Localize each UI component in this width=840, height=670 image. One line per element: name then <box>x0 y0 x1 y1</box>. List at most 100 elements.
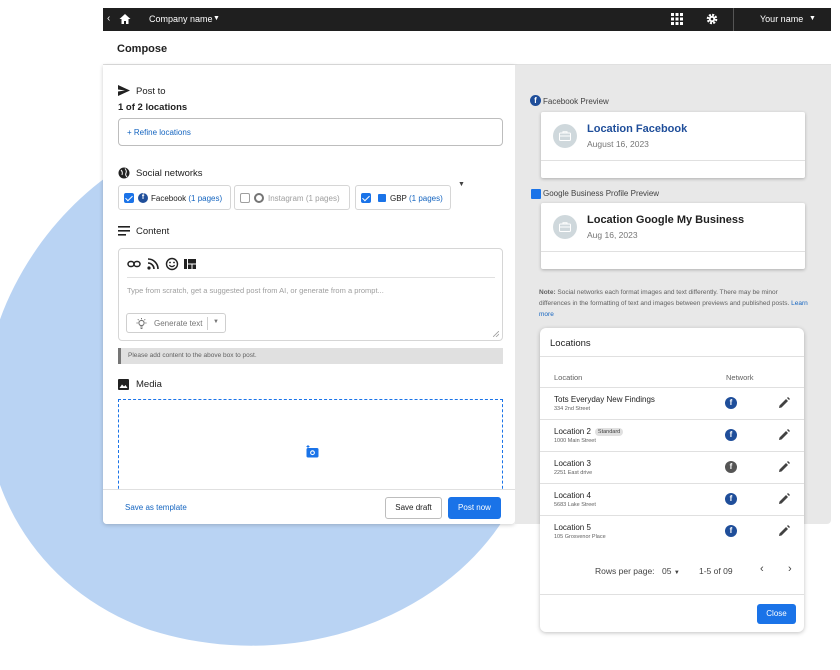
column-header-location: Location <box>554 373 583 382</box>
next-page-icon[interactable]: › <box>788 563 792 575</box>
facebook-network-icon: f <box>725 525 737 537</box>
facebook-icon: f <box>138 193 148 203</box>
gbp-preview-icon <box>531 189 541 199</box>
edit-pencil-icon[interactable] <box>778 525 790 537</box>
template-blocks-icon[interactable] <box>184 258 196 270</box>
home-icon[interactable] <box>118 12 132 26</box>
company-name[interactable]: Company name <box>149 14 213 24</box>
compose-header: Compose <box>103 31 831 65</box>
location-name: Location 2 Standard <box>554 427 624 436</box>
generate-dropdown-icon[interactable]: ▼ <box>213 319 219 325</box>
location-name: Location 5 <box>554 523 591 532</box>
gbp-pages: (1 pages) <box>408 194 443 203</box>
link-icon[interactable] <box>127 257 141 271</box>
media-label: Media <box>136 379 162 390</box>
location-name: Location 4 <box>554 491 591 500</box>
preview-note: Note: Social networks each format images… <box>539 289 808 318</box>
location-name: Location 3 <box>554 459 591 468</box>
table-row: Location 3 2251 East drive f <box>540 451 804 483</box>
gbp-chip[interactable]: GBP (1 pages) <box>355 185 451 210</box>
briefcase-icon <box>559 222 571 232</box>
post-now-button[interactable]: Post now <box>448 497 501 519</box>
back-chevron-icon[interactable]: ‹ <box>107 13 110 24</box>
apps-grid-icon[interactable] <box>671 13 683 25</box>
user-dropdown-icon[interactable]: ▼ <box>809 15 816 22</box>
location-address: 2251 East drive <box>554 470 593 476</box>
status-badge: Standard <box>594 428 624 436</box>
facebook-chip[interactable]: f Facebook (1 pages) <box>118 185 231 210</box>
resize-handle-icon[interactable] <box>493 331 499 337</box>
gbp-location-name: Location Google My Business <box>587 214 745 226</box>
pagination-range: 1-5 of 09 <box>699 566 733 576</box>
gbp-post-date: Aug 16, 2023 <box>587 230 638 240</box>
facebook-network-icon: f <box>725 461 737 473</box>
location-address: 5683 Lake Street <box>554 502 596 508</box>
social-networks-label: Social networks <box>136 168 203 179</box>
generate-text-button[interactable]: Generate text ▼ <box>126 313 226 333</box>
lightbulb-icon <box>136 318 147 329</box>
post-to-label: Post to <box>136 86 166 97</box>
media-dropzone[interactable] <box>118 399 503 499</box>
instagram-chip[interactable]: Instagram (1 pages) <box>234 185 350 210</box>
facebook-post-date: August 16, 2023 <box>587 139 649 149</box>
location-name: Tots Everyday New Findings <box>554 395 655 404</box>
gbp-label: GBP <box>390 194 407 203</box>
save-draft-button[interactable]: Save draft <box>385 497 442 519</box>
previous-page-icon[interactable]: ‹ <box>760 563 764 575</box>
gbp-preview-label: Google Business Profile Preview <box>543 189 660 198</box>
top-bar: ‹ Company name ▼ Your name ▼ <box>103 8 831 31</box>
instagram-icon <box>254 193 264 203</box>
emoji-icon[interactable] <box>165 257 179 271</box>
composer-footer: Save as template Save draft Post now <box>103 489 515 524</box>
toolbar-divider <box>127 277 495 278</box>
rows-per-page-label: Rows per page: <box>595 566 655 576</box>
edit-pencil-icon[interactable] <box>778 461 790 473</box>
facebook-network-icon: f <box>725 397 737 409</box>
edit-pencil-icon[interactable] <box>778 429 790 441</box>
content-notice: Please add content to the above box to p… <box>118 348 503 364</box>
instagram-checkbox[interactable] <box>240 193 250 203</box>
refine-locations-link[interactable]: + Refine locations <box>127 128 191 137</box>
content-label: Content <box>136 226 170 237</box>
facebook-preview-icon: f <box>530 95 541 106</box>
image-icon <box>118 379 129 390</box>
add-photo-icon[interactable] <box>306 445 320 458</box>
facebook-preview-label: Facebook Preview <box>543 97 609 106</box>
topbar-divider <box>733 8 734 31</box>
company-dropdown-icon[interactable]: ▼ <box>213 15 220 22</box>
refine-locations-field[interactable]: + Refine locations <box>118 118 503 146</box>
rss-icon[interactable] <box>147 257 159 271</box>
location-avatar <box>553 215 577 239</box>
networks-dropdown-icon[interactable]: ▼ <box>458 181 465 188</box>
table-row: Location 4 5683 Lake Street f <box>540 483 804 515</box>
save-as-template-link[interactable]: Save as template <box>125 503 187 512</box>
edit-pencil-icon[interactable] <box>778 397 790 409</box>
facebook-network-icon: f <box>725 429 737 441</box>
location-address: 334 2nd Street <box>554 406 591 412</box>
rows-dropdown-icon[interactable]: ▼ <box>674 570 680 576</box>
instagram-label: Instagram <box>268 194 304 203</box>
dialog-title: Locations <box>550 338 591 349</box>
gbp-checkbox[interactable] <box>361 193 371 203</box>
location-address: 1000 Main Street <box>554 438 596 444</box>
facebook-checkbox[interactable] <box>124 193 134 203</box>
edit-pencil-icon[interactable] <box>778 493 790 505</box>
gbp-icon <box>378 194 386 202</box>
briefcase-icon <box>559 131 571 141</box>
location-avatar <box>553 124 577 148</box>
location-address: 105 Grosvenor Place <box>554 534 606 540</box>
user-name[interactable]: Your name <box>760 14 803 24</box>
facebook-preview-card: Location Facebook August 16, 2023 <box>541 112 805 178</box>
facebook-network-icon: f <box>725 493 737 505</box>
column-header-network: Network <box>726 373 754 382</box>
facebook-label: Facebook <box>151 194 187 203</box>
close-button[interactable]: Close <box>757 604 796 624</box>
gbp-preview-card: Location Google My Business Aug 16, 2023 <box>541 203 805 269</box>
rows-per-page-select[interactable]: 05 ▼ <box>662 566 680 576</box>
table-row: Location 5 105 Grosvenor Place f <box>540 515 804 547</box>
text-lines-icon <box>118 226 130 236</box>
content-editor[interactable]: Type from scratch, get a suggested post … <box>118 248 503 341</box>
gear-icon[interactable] <box>705 12 719 26</box>
facebook-pages: (1 pages) <box>188 194 223 203</box>
instagram-pages: (1 pages) <box>305 194 340 203</box>
